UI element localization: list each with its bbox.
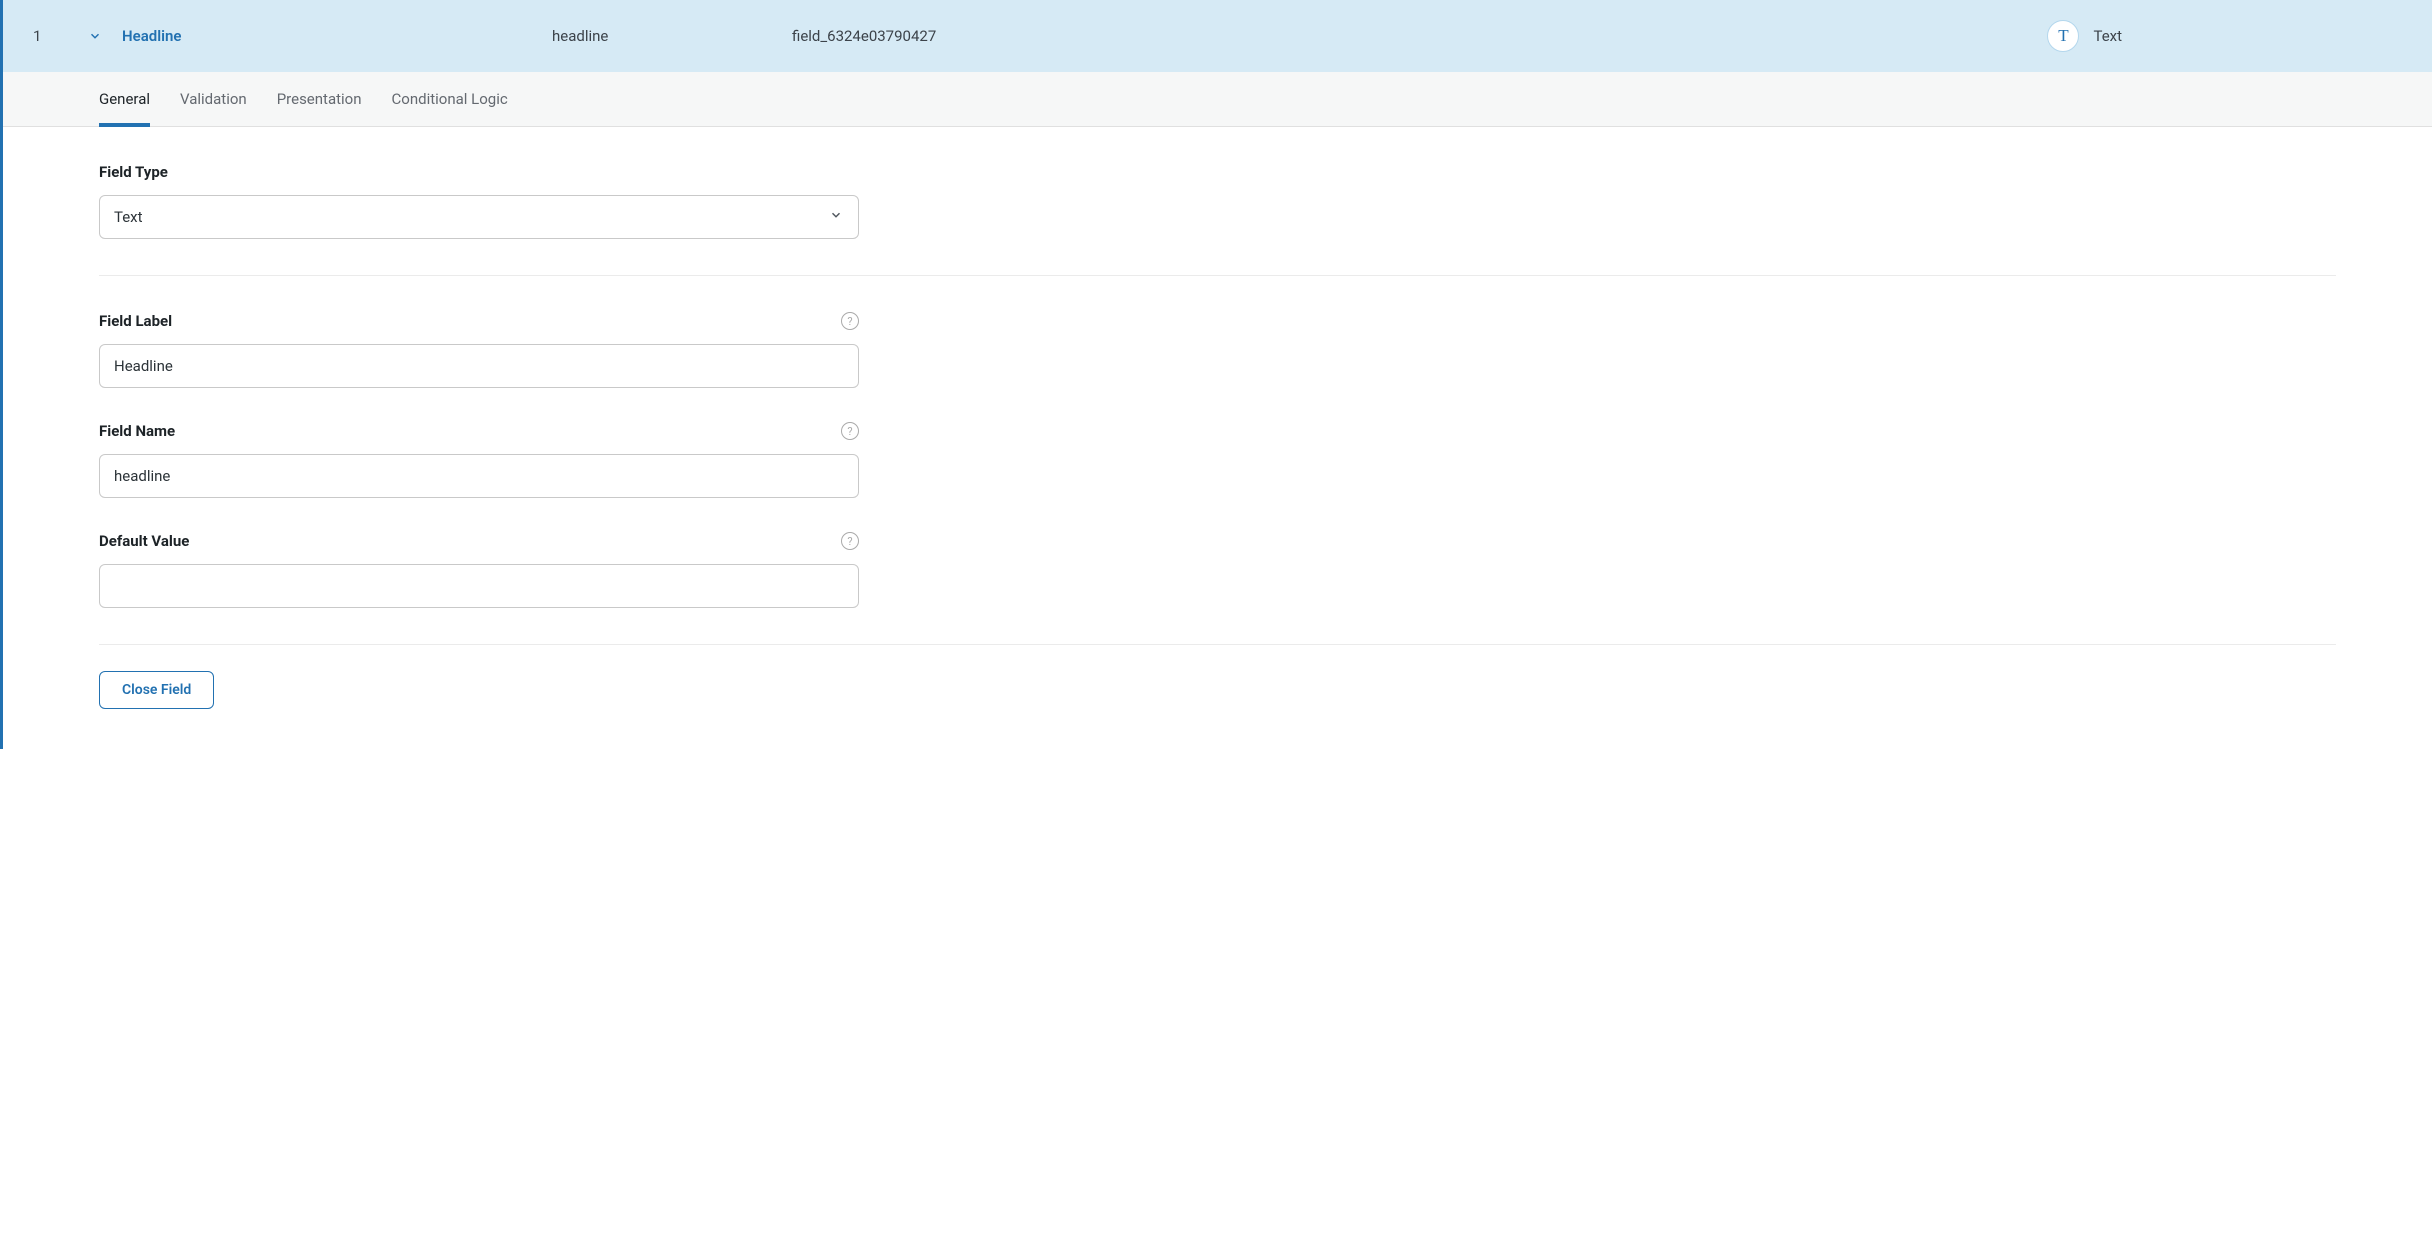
tab-conditional-logic[interactable]: Conditional Logic xyxy=(392,72,508,126)
section-field-type: Field Type Text xyxy=(99,127,2336,276)
editor-footer: Close Field xyxy=(99,645,2336,749)
default-value-label: Default Value xyxy=(99,532,189,550)
field-slug-text: headline xyxy=(552,27,792,45)
field-type-text: Text xyxy=(2093,27,2122,45)
settings-tabs: General Validation Presentation Conditio… xyxy=(3,72,2432,127)
field-type-cell: T Text xyxy=(2047,20,2122,52)
help-icon[interactable]: ? xyxy=(841,422,859,440)
field-key-text: field_6324e03790427 xyxy=(792,27,1032,45)
field-name-label: Field Name xyxy=(99,422,175,440)
field-type-label: Field Type xyxy=(99,163,168,181)
field-label-input[interactable] xyxy=(99,344,859,388)
field-label-link[interactable]: Headline xyxy=(122,27,552,45)
help-icon[interactable]: ? xyxy=(841,312,859,330)
field-order: 1 xyxy=(33,27,83,45)
help-icon[interactable]: ? xyxy=(841,532,859,550)
close-field-button[interactable]: Close Field xyxy=(99,671,214,709)
tab-validation[interactable]: Validation xyxy=(180,72,247,126)
default-value-input[interactable] xyxy=(99,564,859,608)
field-header-row[interactable]: 1 Headline headline field_6324e03790427 … xyxy=(3,0,2432,72)
section-inputs: Field Label ? Field Name ? Default Value xyxy=(99,276,2336,645)
field-editor: 1 Headline headline field_6324e03790427 … xyxy=(0,0,2432,749)
field-label-label: Field Label xyxy=(99,312,172,330)
chevron-down-icon xyxy=(88,29,102,43)
settings-body: Field Type Text Field Label ? xyxy=(3,127,2432,749)
collapse-toggle[interactable] xyxy=(83,29,107,43)
text-type-icon: T xyxy=(2047,20,2079,52)
tab-presentation[interactable]: Presentation xyxy=(277,72,362,126)
field-name-input[interactable] xyxy=(99,454,859,498)
tab-general[interactable]: General xyxy=(99,72,150,126)
field-type-select[interactable]: Text xyxy=(99,195,859,239)
